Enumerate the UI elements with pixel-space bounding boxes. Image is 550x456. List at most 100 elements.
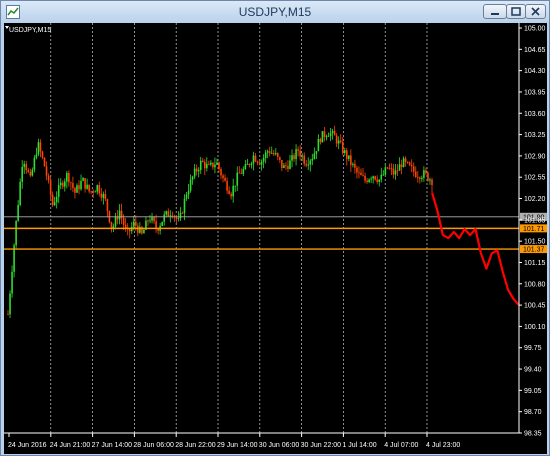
- candle-body: [74, 187, 76, 193]
- candle-body: [68, 172, 70, 183]
- candle-body: [250, 163, 253, 166]
- candle-body: [212, 162, 214, 168]
- candle-body: [427, 172, 429, 181]
- candle-body: [110, 221, 113, 229]
- close-button[interactable]: [525, 4, 546, 19]
- price-level-label: 101.71: [523, 226, 545, 233]
- candle-body: [392, 168, 395, 175]
- x-tick-label: 1 Jul 14:00: [342, 442, 376, 449]
- y-tick-label: 99.40: [524, 367, 542, 374]
- candle-body: [254, 155, 257, 162]
- candle-body: [66, 172, 68, 182]
- candle-body: [325, 136, 328, 138]
- candle-body: [9, 293, 11, 315]
- y-tick-label: 100.80: [524, 281, 546, 288]
- candle-body: [311, 158, 314, 161]
- candle-body: [293, 155, 295, 160]
- candle-body: [57, 185, 60, 197]
- y-tick-label: 99.05: [524, 388, 542, 395]
- candle-body: [333, 131, 336, 136]
- candle-body: [386, 167, 389, 169]
- candle-body: [264, 152, 267, 158]
- candle-body: [181, 213, 184, 214]
- candle-body: [313, 153, 316, 159]
- candle-body: [122, 217, 125, 225]
- candle-body: [388, 168, 391, 170]
- candle-body: [64, 181, 66, 187]
- x-tick-label: 4 Jul 07:00: [384, 442, 418, 449]
- candle-body: [169, 215, 172, 217]
- candle-body: [345, 150, 348, 159]
- candle-body: [307, 164, 310, 166]
- chart-canvas[interactable]: 101.90 101.71 101.37 105.00 104.65 104.30 103…: [4, 23, 547, 454]
- candle-body: [309, 160, 312, 165]
- candle-body: [348, 155, 350, 159]
- candle-body: [238, 172, 241, 174]
- candle-body: [59, 182, 62, 186]
- candle-body: [341, 141, 344, 153]
- candle-body: [378, 179, 381, 182]
- candle-body: [283, 165, 285, 168]
- minimize-button[interactable]: [483, 4, 507, 19]
- candle-body: [279, 156, 281, 161]
- y-tick-label: 102.90: [524, 153, 546, 160]
- candle-body: [370, 178, 372, 180]
- candle-body: [260, 161, 263, 165]
- candle-body: [356, 167, 358, 173]
- close-icon: [531, 7, 540, 16]
- candle-body: [11, 271, 13, 294]
- candle-body: [337, 140, 340, 144]
- candle-body: [285, 165, 287, 167]
- candle-body: [315, 151, 318, 154]
- candle-body: [414, 171, 417, 178]
- candle-body: [171, 215, 174, 217]
- candle-body: [27, 169, 30, 172]
- candle-body: [331, 131, 334, 134]
- candle-body: [429, 179, 431, 181]
- candle-body: [76, 185, 78, 193]
- candle-body: [135, 221, 137, 226]
- candle-body: [270, 152, 273, 154]
- candle-body: [214, 164, 216, 168]
- y-tick-label: 98.70: [524, 409, 542, 416]
- price-level-label: 101.37: [523, 247, 545, 254]
- candle-body: [118, 210, 121, 220]
- candle-body: [137, 225, 139, 233]
- candle-body: [55, 196, 58, 203]
- candle-body: [236, 172, 239, 186]
- candle-body: [94, 191, 97, 193]
- price-chart[interactable]: 101.90101.71101.37 105.00104.65104.30103…: [4, 23, 547, 454]
- x-tick-label: 30 Jun 06:00: [259, 442, 300, 449]
- candle-body: [274, 153, 277, 155]
- candle-body: [155, 221, 157, 229]
- candle-body: [206, 163, 208, 169]
- candle-body: [29, 171, 32, 176]
- candle-body: [230, 193, 232, 197]
- candle-body: [425, 170, 427, 173]
- candle-body: [82, 178, 84, 181]
- title-bar[interactable]: USDJPY,M15: [1, 1, 549, 23]
- candle-body: [187, 190, 190, 195]
- candle-body: [412, 166, 415, 172]
- candle-body: [49, 180, 52, 195]
- y-tick-label: 103.25: [524, 132, 546, 139]
- candle-body: [90, 191, 92, 193]
- y-tick-label: 103.95: [524, 89, 546, 96]
- candle-body: [402, 158, 405, 168]
- candle-body: [352, 163, 354, 165]
- minimize-icon: [491, 13, 499, 15]
- candle-body: [266, 151, 269, 153]
- candle-body: [163, 214, 166, 222]
- candle-body: [7, 314, 9, 316]
- candle-body: [96, 185, 99, 192]
- candle-body: [183, 198, 186, 214]
- candle-body: [295, 149, 297, 160]
- candle-body: [380, 174, 383, 180]
- candle-body: [408, 162, 411, 166]
- x-tick-label: 28 Jun 06:00: [133, 442, 174, 449]
- candle-body: [147, 220, 149, 222]
- maximize-button[interactable]: [506, 4, 526, 19]
- candle-body: [291, 155, 293, 161]
- candle-body: [210, 162, 212, 165]
- candle-body: [216, 162, 218, 165]
